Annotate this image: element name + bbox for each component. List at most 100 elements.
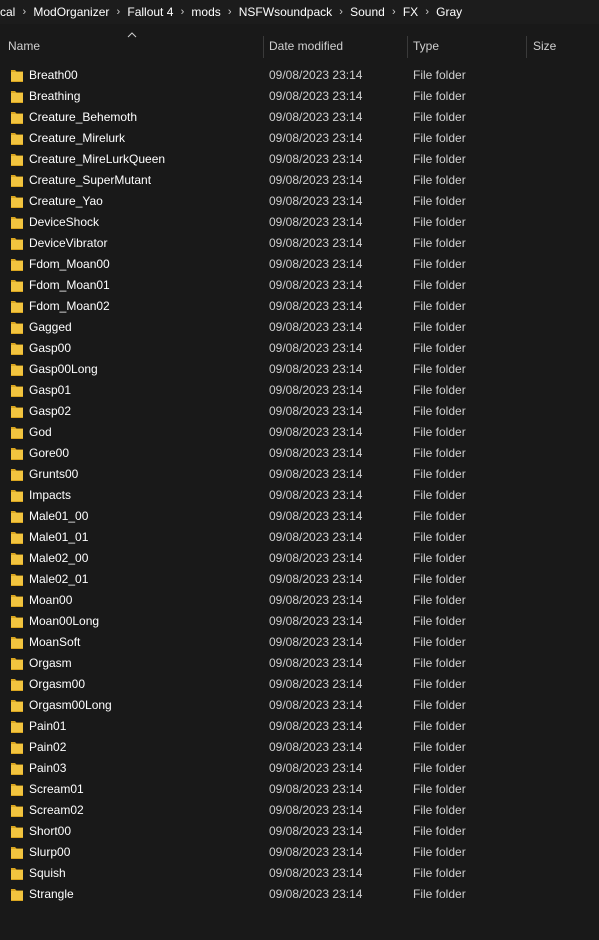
file-row[interactable]: Orgasm 09/08/2023 23:14 File folder — [0, 653, 599, 674]
file-row[interactable]: DeviceVibrator 09/08/2023 23:14 File folde… — [0, 233, 599, 254]
file-type: File folder — [413, 425, 466, 439]
folder-icon — [11, 511, 23, 523]
file-type: File folder — [413, 677, 466, 691]
file-name: Orgasm00 — [29, 677, 86, 691]
file-date-modified: 09/08/2023 23:14 — [269, 593, 363, 607]
file-row[interactable]: Pain02 09/08/2023 23:14 File folder — [0, 737, 599, 758]
folder-icon — [11, 805, 23, 817]
file-row[interactable]: Creature_Yao 09/08/2023 23:14 File folder — [0, 191, 599, 212]
file-date-modified: 09/08/2023 23:14 — [269, 362, 363, 376]
file-name: DeviceShock — [29, 215, 100, 229]
folder-icon — [11, 889, 23, 901]
file-type: File folder — [413, 194, 466, 208]
file-date-modified: 09/08/2023 23:14 — [269, 278, 363, 292]
file-type: File folder — [413, 635, 466, 649]
folder-icon — [11, 721, 23, 733]
file-row[interactable]: Moan00 09/08/2023 23:14 File folder — [0, 590, 599, 611]
file-type: File folder — [413, 110, 466, 124]
file-row[interactable]: Pain01 09/08/2023 23:14 File folder — [0, 716, 599, 737]
folder-icon — [11, 448, 23, 460]
chevron-right-icon[interactable]: › — [17, 6, 31, 18]
file-row[interactable]: Slurp00 09/08/2023 23:14 File folder — [0, 842, 599, 863]
column-header-bar: Name Date modified Type Size — [0, 32, 599, 59]
file-row[interactable]: Fdom_Moan02 09/08/2023 23:14 File folder — [0, 296, 599, 317]
file-name: Moan00Long — [29, 614, 100, 628]
file-row[interactable]: Orgasm00 09/08/2023 23:14 File folder — [0, 674, 599, 695]
file-row[interactable]: Short00 09/08/2023 23:14 File folder — [0, 821, 599, 842]
chevron-right-icon[interactable]: › — [111, 6, 125, 18]
chevron-right-icon[interactable]: › — [175, 6, 189, 18]
file-name: Pain02 — [29, 740, 67, 754]
file-row[interactable]: Gasp00 09/08/2023 23:14 File folder — [0, 338, 599, 359]
chevron-right-icon[interactable]: › — [334, 6, 348, 18]
file-row[interactable]: Gasp01 09/08/2023 23:14 File folder — [0, 380, 599, 401]
file-row[interactable]: Pain03 09/08/2023 23:14 File folder — [0, 758, 599, 779]
column-divider[interactable] — [263, 36, 264, 58]
file-row[interactable]: Breath00 09/08/2023 23:14 File folder — [0, 65, 599, 86]
file-row[interactable]: MoanSoft 09/08/2023 23:14 File folder — [0, 632, 599, 653]
file-type: File folder — [413, 782, 466, 796]
breadcrumb-item[interactable]: ModOrganizer — [31, 5, 111, 19]
file-date-modified: 09/08/2023 23:14 — [269, 824, 363, 838]
breadcrumb-item[interactable]: NSFWsoundpack — [237, 5, 334, 19]
file-date-modified: 09/08/2023 23:14 — [269, 845, 363, 859]
file-name: Male02_00 — [29, 551, 89, 565]
file-row[interactable]: Fdom_Moan01 09/08/2023 23:14 File folder — [0, 275, 599, 296]
column-header-size[interactable]: Size — [533, 34, 593, 59]
column-divider[interactable] — [526, 36, 527, 58]
breadcrumb-item[interactable]: cal — [0, 5, 17, 19]
folder-icon — [11, 742, 23, 754]
column-header-type[interactable]: Type — [413, 34, 523, 59]
breadcrumb-item[interactable]: mods — [189, 5, 222, 19]
file-date-modified: 09/08/2023 23:14 — [269, 761, 363, 775]
chevron-right-icon[interactable]: › — [223, 6, 237, 18]
file-row[interactable]: Scream01 09/08/2023 23:14 File folder — [0, 779, 599, 800]
file-row[interactable]: Moan00Long 09/08/2023 23:14 File folder — [0, 611, 599, 632]
folder-icon — [11, 469, 23, 481]
file-row[interactable]: God 09/08/2023 23:14 File folder — [0, 422, 599, 443]
file-row[interactable]: Breathing 09/08/2023 23:14 File folder — [0, 86, 599, 107]
file-row[interactable]: Gasp00Long 09/08/2023 23:14 File folder — [0, 359, 599, 380]
file-row[interactable]: Impacts 09/08/2023 23:14 File folder — [0, 485, 599, 506]
file-row[interactable]: Male02_01 09/08/2023 23:14 File folder — [0, 569, 599, 590]
file-type: File folder — [413, 530, 466, 544]
file-row[interactable]: Gagged 09/08/2023 23:14 File folder — [0, 317, 599, 338]
file-row[interactable]: Creature_Mirelurk 09/08/2023 23:14 File fo… — [0, 128, 599, 149]
breadcrumb-item[interactable]: Fallout 4 — [125, 5, 175, 19]
chevron-right-icon[interactable]: › — [387, 6, 401, 18]
file-date-modified: 09/08/2023 23:14 — [269, 89, 363, 103]
file-name: Creature_Yao — [29, 194, 103, 208]
file-name: Squish — [29, 866, 66, 880]
file-date-modified: 09/08/2023 23:14 — [269, 866, 363, 880]
breadcrumb-item[interactable]: FX — [401, 5, 420, 19]
file-date-modified: 09/08/2023 23:14 — [269, 509, 363, 523]
folder-icon — [11, 595, 23, 607]
breadcrumb-item[interactable]: Sound — [348, 5, 387, 19]
file-type: File folder — [413, 341, 466, 355]
file-row[interactable]: Strangle 09/08/2023 23:14 File folder — [0, 884, 599, 905]
file-row[interactable]: Scream02 09/08/2023 23:14 File folder — [0, 800, 599, 821]
file-name: Creature_Mirelurk — [29, 131, 126, 145]
file-row[interactable]: Creature_SuperMutant 09/08/2023 23:14 File… — [0, 170, 599, 191]
file-row[interactable]: Gore00 09/08/2023 23:14 File folder — [0, 443, 599, 464]
file-row[interactable]: Male01_01 09/08/2023 23:14 File folder — [0, 527, 599, 548]
file-row[interactable]: DeviceShock 09/08/2023 23:14 File folder — [0, 212, 599, 233]
column-header-date[interactable]: Date modified — [269, 34, 405, 59]
file-type: File folder — [413, 68, 466, 82]
file-row[interactable]: Grunts00 09/08/2023 23:14 File folder — [0, 464, 599, 485]
file-type: File folder — [413, 173, 466, 187]
file-row[interactable]: Male02_00 09/08/2023 23:14 File folder — [0, 548, 599, 569]
chevron-right-icon[interactable]: › — [420, 6, 434, 18]
file-row[interactable]: Orgasm00Long 09/08/2023 23:14 File folder — [0, 695, 599, 716]
file-row[interactable]: Male01_00 09/08/2023 23:14 File folder — [0, 506, 599, 527]
file-row[interactable]: Gasp02 09/08/2023 23:14 File folder — [0, 401, 599, 422]
file-name: Fdom_Moan01 — [29, 278, 110, 292]
folder-icon — [11, 91, 23, 103]
breadcrumb-item[interactable]: Gray — [434, 5, 464, 19]
column-divider[interactable] — [407, 36, 408, 58]
file-row[interactable]: Creature_Behemoth 09/08/2023 23:14 File fo… — [0, 107, 599, 128]
file-row[interactable]: Fdom_Moan00 09/08/2023 23:14 File folder — [0, 254, 599, 275]
file-row[interactable]: Creature_MireLurkQueen 09/08/2023 23:14 Fi… — [0, 149, 599, 170]
file-row[interactable]: Squish 09/08/2023 23:14 File folder — [0, 863, 599, 884]
file-date-modified: 09/08/2023 23:14 — [269, 551, 363, 565]
